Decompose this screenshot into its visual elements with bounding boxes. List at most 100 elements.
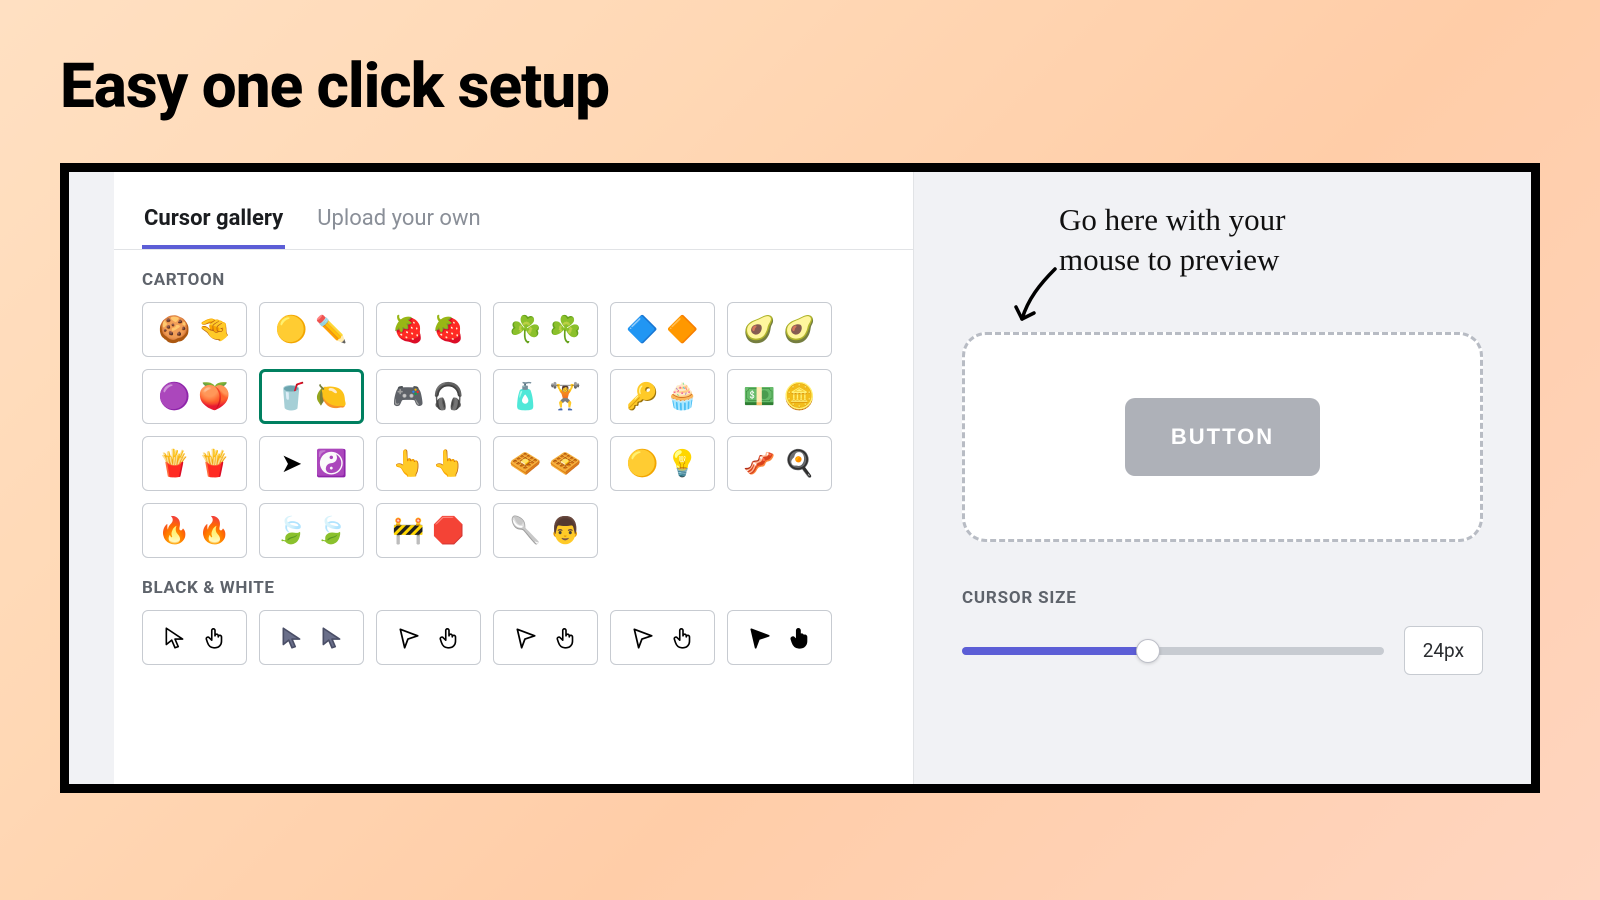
cursor-tile-gamer[interactable]: 🎮🎧: [376, 369, 481, 424]
cursor-icon-a: 🧇: [511, 449, 541, 479]
cursor-tile-bw2[interactable]: [259, 610, 364, 665]
cursor-icon-b: 🍋: [317, 382, 347, 412]
cursor-tile-bw5[interactable]: [610, 610, 715, 665]
cursor-tile-pencil[interactable]: 🟡 ✏️: [259, 302, 364, 357]
cursor-size-value: 24px: [1404, 626, 1483, 675]
cursor-icon-b: 🧇: [551, 449, 581, 479]
cursor-tile-peach[interactable]: 🟣🍑: [142, 369, 247, 424]
cursor-tile-stop[interactable]: 🚧🛑: [376, 503, 481, 558]
page-title: Easy one click setup: [60, 50, 1540, 123]
cursor-tile-prism[interactable]: 🔷🔶: [610, 302, 715, 357]
cursor-icon-a: 🥤: [277, 382, 307, 412]
cartoon-grid: 🍪🤏🟡✏️🍓🍓☘️☘️🔷🔶🥑🥑🟣🍑🥤🍋🎮🎧🧴🏋️🔑🧁💵🪙🍟🍟➤☯️👆👆🧇🧇🟡💡🥓…: [114, 302, 913, 558]
cursor-icon-a: 🍪: [160, 315, 190, 345]
cursor-tile-fitness[interactable]: 🧴 🏋️: [493, 369, 598, 424]
cursor-icon-b: 🍓: [434, 315, 464, 345]
cursor-icon-a: 🧴: [511, 382, 541, 412]
cursor-tile-waffle[interactable]: 🧇🧇: [493, 436, 598, 491]
annotation-arrow-icon: [1010, 264, 1070, 334]
cursor-icon-b: 🍳: [785, 449, 815, 479]
cursor-icon-b: ✏️: [317, 315, 347, 345]
right-panel: Go here with your mouse to preview BUTTO…: [914, 172, 1531, 784]
cursor-icon-b: 👆: [434, 449, 464, 479]
cursor-icon-b: 🍑: [200, 382, 230, 412]
cursor-icon-b: 🥑: [785, 315, 815, 345]
cursor-tile-dessert[interactable]: 🔑🧁: [610, 369, 715, 424]
cursor-tile-hands[interactable]: 👆👆: [376, 436, 481, 491]
cursor-icon-b: 🔥: [200, 516, 230, 546]
cursor-icon-b: [317, 623, 347, 653]
cursor-icon-b: [551, 623, 581, 653]
cursor-icon-a: 🥑: [745, 315, 775, 345]
cursor-tile-drinks[interactable]: 🥤🍋: [259, 369, 364, 424]
cursor-icon-b: 🔶: [668, 315, 698, 345]
cursor-icon-a: 🔑: [628, 382, 658, 412]
cursor-icon-b: 🍟: [200, 449, 230, 479]
cursor-icon-b: ☘️: [551, 315, 581, 345]
cursor-icon-b: 🏋️: [551, 382, 581, 412]
cursor-icon-b: ☯️: [317, 449, 347, 479]
cursor-icon-a: [277, 623, 307, 653]
cursor-size-slider[interactable]: [962, 647, 1384, 655]
annotation-line2: mouse to preview: [1059, 242, 1279, 277]
cursor-icon-a: 🚧: [394, 516, 424, 546]
cursor-icon-a: [745, 623, 775, 653]
cursor-tile-strawberry[interactable]: 🍓🍓: [376, 302, 481, 357]
cursor-tile-leaf[interactable]: 🍃🍃: [259, 503, 364, 558]
cursor-icon-a: [160, 623, 190, 653]
cursor-tile-bw3[interactable]: [376, 610, 481, 665]
cursor-tile-yinyang[interactable]: ➤ ☯️: [259, 436, 364, 491]
cursor-size-label: CURSOR SIZE: [962, 588, 1483, 608]
cursor-tile-fries[interactable]: 🍟🍟: [142, 436, 247, 491]
cursor-icon-a: 🟣: [160, 382, 190, 412]
cursor-icon-a: [394, 623, 424, 653]
cursor-icon-a: 💵: [745, 382, 775, 412]
annotation-text: Go here with your mouse to preview: [1059, 200, 1285, 281]
cursor-icon-b: 💡: [668, 449, 698, 479]
slider-fill: [962, 647, 1148, 655]
tab-cursor-gallery[interactable]: Cursor gallery: [142, 192, 285, 249]
left-panel: Cursor gallery Upload your own CARTOON 🍪…: [114, 172, 914, 784]
cursor-size-row: 24px: [962, 626, 1483, 675]
preview-button[interactable]: BUTTON: [1125, 398, 1320, 476]
cursor-icon-b: [785, 623, 815, 653]
cursor-tile-cookie[interactable]: 🍪🤏: [142, 302, 247, 357]
cursor-icon-b: 👨: [551, 516, 581, 546]
cursor-icon-b: 🛑: [434, 516, 464, 546]
cursor-icon-b: 🤏: [200, 315, 230, 345]
cursor-tile-bw1[interactable]: [142, 610, 247, 665]
preview-area[interactable]: BUTTON: [962, 332, 1483, 542]
cursor-icon-b: 🧁: [668, 382, 698, 412]
cursor-tile-bw6[interactable]: [727, 610, 832, 665]
cursor-icon-a: 🍓: [394, 315, 424, 345]
cursor-tile-bacon[interactable]: 🥓🍳: [727, 436, 832, 491]
cursor-tile-bw4[interactable]: [493, 610, 598, 665]
cursor-icon-a: 🍟: [160, 449, 190, 479]
cursor-tile-clover[interactable]: ☘️ ☘️: [493, 302, 598, 357]
cursor-tile-avocado[interactable]: 🥑🥑: [727, 302, 832, 357]
cursor-icon-a: ➤: [277, 449, 307, 479]
cursor-icon-a: [511, 623, 541, 653]
cursor-icon-a: 🥄: [511, 516, 541, 546]
tab-upload-own[interactable]: Upload your own: [315, 192, 482, 249]
cursor-icon-b: 🪙: [785, 382, 815, 412]
cursor-icon-b: [668, 623, 698, 653]
section-cartoon-label: CARTOON: [114, 250, 913, 302]
cursor-icon-a: 🥓: [745, 449, 775, 479]
cursor-icon-b: [200, 623, 230, 653]
cursor-icon-a: 🔥: [160, 516, 190, 546]
slider-thumb[interactable]: [1136, 639, 1160, 663]
cursor-tile-spatula[interactable]: 🥄👨: [493, 503, 598, 558]
cursor-tile-money[interactable]: 💵🪙: [727, 369, 832, 424]
cursor-icon-b: 🎧: [434, 382, 464, 412]
cursor-icon-a: 🟡: [628, 449, 658, 479]
cursor-icon-a: [628, 623, 658, 653]
cursor-icon-a: 🔷: [628, 315, 658, 345]
cursor-icon-a: 🎮: [394, 382, 424, 412]
cursor-icon-a: 🍃: [277, 516, 307, 546]
cursor-tile-fire[interactable]: 🔥🔥: [142, 503, 247, 558]
cursor-icon-a: 🟡: [277, 315, 307, 345]
tab-bar: Cursor gallery Upload your own: [114, 192, 913, 250]
cursor-tile-bulb[interactable]: 🟡💡: [610, 436, 715, 491]
cursor-icon-a: ☘️: [511, 315, 541, 345]
